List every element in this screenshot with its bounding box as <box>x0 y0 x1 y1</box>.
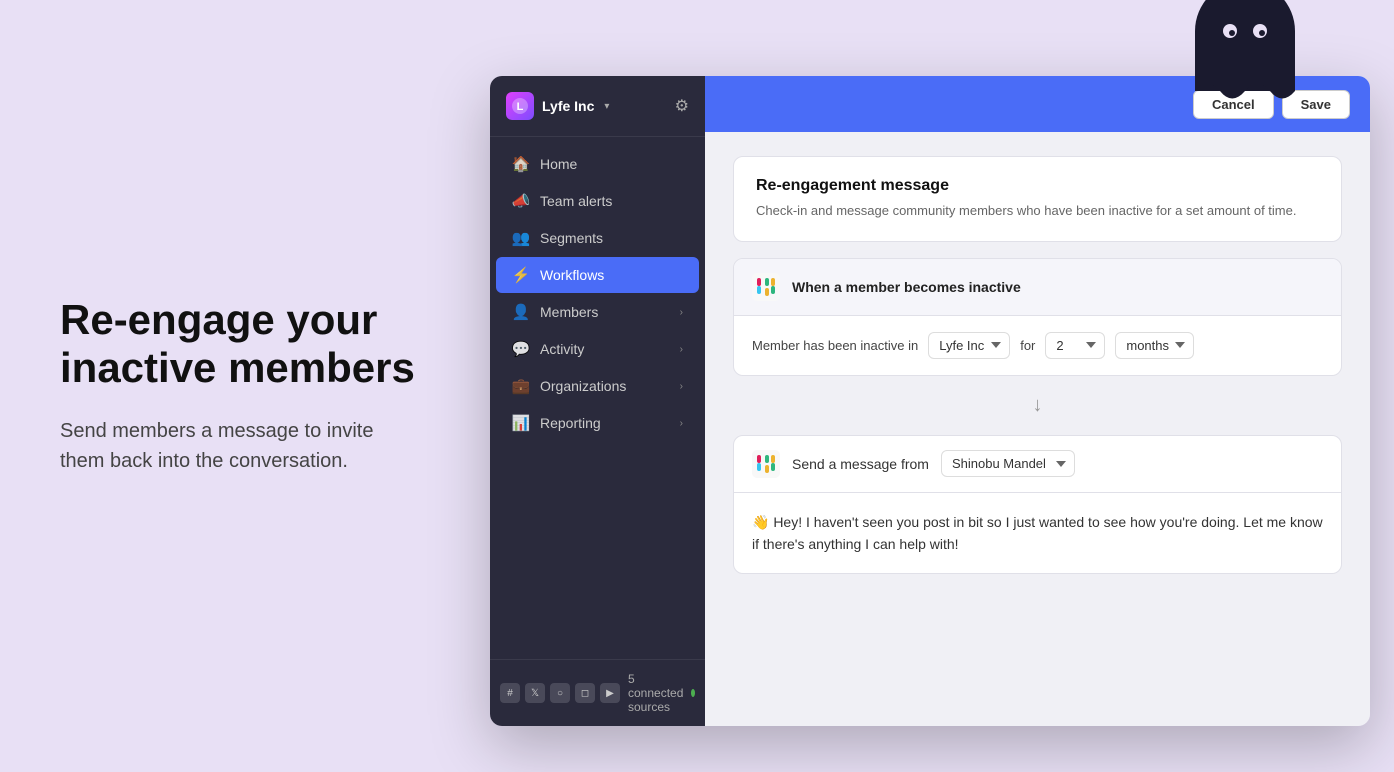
connection-status-dot <box>691 689 695 697</box>
workspace-name: Lyfe Inc <box>542 98 594 114</box>
sidebar-item-label: Segments <box>540 230 603 246</box>
sidebar-item-workflows[interactable]: ⚡ Workflows <box>496 257 699 293</box>
unit-select[interactable]: months weeks days <box>1115 332 1194 359</box>
sidebar-item-label: Workflows <box>540 267 604 283</box>
message-body: 👋 Hey! I haven't seen you post in bit so… <box>734 493 1341 574</box>
source-icon-3: ○ <box>550 683 570 703</box>
sidebar: L Lyfe Inc ▾ ⚙ 🏠 Home 📣 Team alerts <box>490 76 705 726</box>
slack-icon <box>752 273 780 301</box>
source-icon-4: ◻ <box>575 683 595 703</box>
reengagement-card: Re-engagement message Check-in and messa… <box>733 156 1342 242</box>
sidebar-item-reporting[interactable]: 📊 Reporting › <box>496 405 699 441</box>
svg-text:L: L <box>517 101 524 113</box>
chevron-right-icon: › <box>680 381 683 392</box>
sidebar-item-label: Activity <box>540 341 584 357</box>
source-icon-5: ▶ <box>600 683 620 703</box>
chevron-right-icon: › <box>680 418 683 429</box>
source-icon-1: # <box>500 683 520 703</box>
slack-icon-2 <box>752 450 780 478</box>
reengagement-description: Check-in and message community members w… <box>756 201 1319 221</box>
flow-arrow: ↓ <box>733 392 1342 419</box>
workspace-info[interactable]: L Lyfe Inc ▾ <box>506 92 609 120</box>
footer-source-icons: # 𝕏 ○ ◻ ▶ <box>500 683 620 703</box>
main-body: Re-engagement message Check-in and messa… <box>705 132 1370 726</box>
reporting-icon: 📊 <box>512 414 530 432</box>
hero-description: Send members a message to invite them ba… <box>60 416 420 476</box>
inactive-label: Member has been inactive in <box>752 338 918 353</box>
ghost-icon <box>1180 0 1310 106</box>
for-label: for <box>1020 338 1035 353</box>
main-content: Cancel Save Re-engagement message Check-… <box>705 76 1370 726</box>
members-icon: 👤 <box>512 303 530 321</box>
sidebar-header: L Lyfe Inc ▾ ⚙ <box>490 76 705 137</box>
sidebar-footer: # 𝕏 ○ ◻ ▶ 5 connected sources <box>490 659 705 726</box>
app-container: L Lyfe Inc ▾ ⚙ 🏠 Home 📣 Team alerts <box>490 76 1370 726</box>
sender-select[interactable]: Shinobu Mandel Other Member <box>941 450 1075 477</box>
activity-icon: 💬 <box>512 340 530 358</box>
sidebar-item-label: Members <box>540 304 598 320</box>
sidebar-nav: 🏠 Home 📣 Team alerts 👥 Segments <box>490 137 705 659</box>
workspace-logo: L <box>506 92 534 120</box>
sidebar-item-home[interactable]: 🏠 Home <box>496 146 699 182</box>
send-message-label: Send a message from <box>792 456 929 472</box>
workflows-icon: ⚡ <box>512 266 530 284</box>
chevron-right-icon: › <box>680 344 683 355</box>
organizations-icon: 💼 <box>512 377 530 395</box>
chevron-right-icon: › <box>680 307 683 318</box>
sidebar-item-label: Reporting <box>540 415 601 431</box>
sidebar-item-activity[interactable]: 💬 Activity › <box>496 331 699 367</box>
sidebar-item-label: Home <box>540 156 577 172</box>
source-icon-2: 𝕏 <box>525 683 545 703</box>
trigger-body: Member has been inactive in Lyfe Inc for… <box>734 316 1341 375</box>
home-icon: 🏠 <box>512 155 530 173</box>
trigger-title: When a member becomes inactive <box>792 279 1021 295</box>
sidebar-item-organizations[interactable]: 💼 Organizations › <box>496 368 699 404</box>
message-text: 👋 Hey! I haven't seen you post in bit so… <box>752 511 1323 556</box>
message-card: Send a message from Shinobu Mandel Other… <box>733 435 1342 575</box>
sidebar-item-segments[interactable]: 👥 Segments <box>496 220 699 256</box>
trigger-header: When a member becomes inactive <box>734 259 1341 316</box>
left-panel: Re-engage your inactive members Send mem… <box>0 236 480 537</box>
team-alerts-icon: 📣 <box>512 192 530 210</box>
workspace-chevron-icon: ▾ <box>604 101 609 112</box>
reengagement-title: Re-engagement message <box>756 177 1319 195</box>
workspace-select[interactable]: Lyfe Inc <box>928 332 1010 359</box>
sidebar-item-team-alerts[interactable]: 📣 Team alerts <box>496 183 699 219</box>
sidebar-item-members[interactable]: 👤 Members › <box>496 294 699 330</box>
gear-icon[interactable]: ⚙ <box>675 96 689 116</box>
number-select[interactable]: 2 1 3 6 <box>1045 332 1105 359</box>
sidebar-item-label: Organizations <box>540 378 626 394</box>
segments-icon: 👥 <box>512 229 530 247</box>
trigger-card: When a member becomes inactive Member ha… <box>733 258 1342 376</box>
message-header: Send a message from Shinobu Mandel Other… <box>734 436 1341 493</box>
hero-heading: Re-engage your inactive members <box>60 296 420 393</box>
sidebar-item-label: Team alerts <box>540 193 612 209</box>
connected-sources-label: 5 connected sources <box>628 672 685 714</box>
